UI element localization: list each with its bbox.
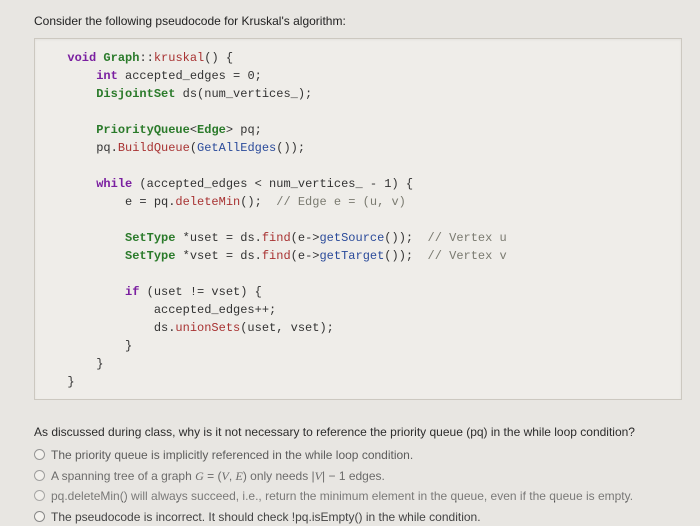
- fn-getsource: getSource: [319, 231, 384, 245]
- paren4: ());: [384, 249, 427, 263]
- brace-while: }: [53, 357, 103, 371]
- kw-void: void: [67, 51, 96, 65]
- uset-decl: *uset = ds.: [175, 231, 261, 245]
- option-4[interactable]: The pseudocode is incorrect. It should c…: [34, 509, 682, 526]
- question-text: As discussed during class, why is it not…: [34, 424, 682, 441]
- kw-graph: Graph: [103, 51, 139, 65]
- kw-settype2: SetType: [125, 249, 175, 263]
- cmt-u: // Vertex u: [428, 231, 507, 245]
- scope-op: ::: [139, 51, 153, 65]
- while-cond: (accepted_edges < num_vertices_ - 1) {: [132, 177, 413, 191]
- e-eq: e = pq.: [53, 195, 175, 209]
- cmt-v: // Vertex v: [428, 249, 507, 263]
- kw-pq: PriorityQueue: [96, 123, 190, 137]
- radio-icon: [34, 470, 45, 481]
- opt2-min: − 1: [325, 469, 345, 483]
- option-2-label: A spanning tree of a graph G = (V, E) on…: [51, 468, 385, 485]
- option-2[interactable]: A spanning tree of a graph G = (V, E) on…: [34, 468, 682, 485]
- kw-disjointset: DisjointSet: [96, 87, 175, 101]
- paren2: ();: [240, 195, 276, 209]
- fn-find2: find: [262, 249, 291, 263]
- opt2-V: V: [221, 469, 228, 483]
- fn-gettarget: getTarget: [319, 249, 384, 263]
- option-3[interactable]: pq.deleteMin() will always succeed, i.e.…: [34, 488, 682, 505]
- radio-icon: [34, 511, 45, 522]
- opt2-post: edges.: [346, 469, 385, 483]
- union-args: (uset, vset);: [240, 321, 334, 335]
- kw-edge: Edge: [197, 123, 226, 137]
- arrow1: (e->: [291, 231, 320, 245]
- opt2-aV: V: [315, 469, 322, 483]
- opt2-eq: =: [204, 469, 218, 483]
- brace-if: }: [53, 339, 132, 353]
- option-4-label: The pseudocode is incorrect. It should c…: [51, 509, 481, 526]
- paren3: ());: [384, 231, 427, 245]
- opt2-E: E: [235, 469, 242, 483]
- radio-icon: [34, 449, 45, 460]
- var-accepted: accepted_edges = 0;: [118, 69, 262, 83]
- pq-dot: pq.: [53, 141, 118, 155]
- vset-decl: *vset = ds.: [175, 249, 261, 263]
- kw-while: while: [96, 177, 132, 191]
- pq-decl: > pq;: [226, 123, 262, 137]
- ds-decl: ds(num_vertices_);: [175, 87, 312, 101]
- fn-unionsets: unionSets: [175, 321, 240, 335]
- fn-buildqueue: BuildQueue: [118, 141, 190, 155]
- pseudocode-block: void Graph::kruskal() { int accepted_edg…: [34, 38, 682, 400]
- angle-l: <: [190, 123, 197, 137]
- option-3-label: pq.deleteMin() will always succeed, i.e.…: [51, 488, 633, 505]
- fn-kruskal: kruskal: [154, 51, 204, 65]
- paren-open: () {: [204, 51, 233, 65]
- paren-close: ());: [276, 141, 305, 155]
- kw-if: if: [125, 285, 139, 299]
- ds-dot: ds.: [53, 321, 175, 335]
- opt2-pre: A spanning tree of a graph: [51, 469, 195, 483]
- fn-getalledges: GetAllEdges: [197, 141, 276, 155]
- radio-icon: [34, 490, 45, 501]
- fn-find1: find: [262, 231, 291, 245]
- option-1[interactable]: The priority queue is implicitly referen…: [34, 447, 682, 464]
- paren: (: [190, 141, 197, 155]
- inc: accepted_edges++;: [53, 303, 276, 317]
- if-cond: (uset != vset) {: [139, 285, 261, 299]
- arrow2: (e->: [291, 249, 320, 263]
- brace-fn: }: [53, 375, 75, 389]
- options-group: The priority queue is implicitly referen…: [34, 447, 682, 526]
- kw-settype1: SetType: [125, 231, 175, 245]
- opt2-mid: only needs: [247, 469, 312, 483]
- intro-text: Consider the following pseudocode for Kr…: [34, 14, 682, 28]
- fn-deletemin: deleteMin: [175, 195, 240, 209]
- kw-int: int: [96, 69, 118, 83]
- option-1-label: The priority queue is implicitly referen…: [51, 447, 413, 464]
- opt2-G: G: [195, 469, 204, 483]
- cmt-edge: // Edge e = (u, v): [276, 195, 406, 209]
